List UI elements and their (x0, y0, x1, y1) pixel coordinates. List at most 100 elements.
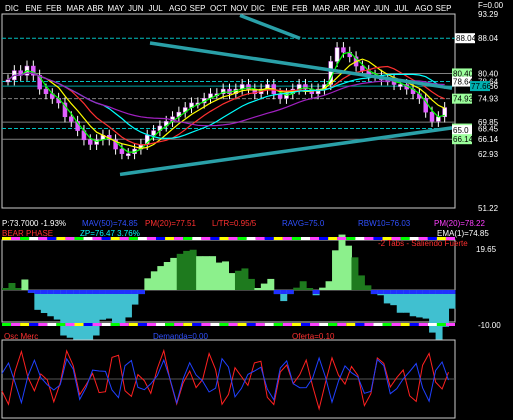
oscillator-bar-core (390, 290, 398, 294)
oscillator-bar (357, 275, 365, 290)
phase-strip-top (65, 237, 75, 240)
phase-strip-top (165, 237, 175, 240)
price-axis-tick: 88.04 (478, 34, 499, 43)
phase-strip-bottom (174, 323, 184, 326)
phase-strip-top (156, 237, 166, 240)
price-axis-tick: 93.29 (478, 10, 499, 19)
oscillator-bar (176, 253, 184, 290)
phase-strip-bottom (436, 323, 446, 326)
oscillator-bar (92, 290, 100, 336)
phase-strip-bottom (11, 323, 21, 326)
phase-strip-top (273, 237, 283, 240)
oscillator-bar (124, 290, 132, 318)
phase-strip-top (346, 237, 356, 240)
oscillator-bar-core (92, 290, 100, 294)
month-label: DIC (251, 4, 265, 13)
price-tag: 88.04 (456, 34, 477, 43)
oscillator-bar-core (370, 290, 378, 294)
phase-strip-top (319, 237, 329, 240)
month-label: SEP (190, 4, 206, 13)
oscillator-bar (170, 257, 178, 290)
osc-merc-label: Osc Merc (4, 332, 39, 341)
oscillator-bar (66, 290, 74, 338)
phase-strip-top (291, 237, 301, 240)
oscillator-bar-core (99, 290, 107, 294)
oscillator-bar (429, 290, 437, 333)
oscillator-bar (2, 288, 9, 290)
oscillator-bar (209, 256, 217, 290)
oscillator-bar (150, 271, 158, 290)
oscillator-bar-core (416, 290, 424, 294)
phase-strip-top (264, 237, 274, 240)
oscillator-bar (293, 287, 301, 290)
oscillator-bar (344, 245, 352, 290)
candle-body (429, 111, 435, 122)
phase-strip-bottom (427, 323, 437, 326)
zp-readout: ZP=76.47 3.76% (80, 229, 140, 238)
oscillator-bar (73, 290, 81, 347)
oscillator-bar-core (409, 290, 417, 294)
candle-body (5, 79, 11, 83)
oscillator-bar (247, 278, 255, 290)
price-axis-header: F=0.00 (478, 1, 504, 10)
oscillator-bar (60, 290, 68, 336)
phase-readout: BEAR PHASE (2, 229, 54, 238)
oscillator-bar-core (448, 290, 456, 294)
phase-strip-bottom (310, 323, 320, 326)
phase-strip-top (364, 237, 374, 240)
oscillator-bar (112, 290, 119, 325)
oscillator-bar (189, 249, 197, 290)
oscillator-bar-core (47, 290, 55, 294)
phase-strip-bottom (192, 323, 202, 326)
candle-body (360, 65, 365, 71)
phase-strip-bottom (56, 323, 66, 326)
phase-strip-bottom (237, 323, 247, 326)
oscillator-bar (422, 290, 430, 319)
phase-strip-bottom (373, 323, 383, 326)
oscillator-bar-core (273, 290, 281, 294)
oscillator-bar (99, 290, 107, 320)
oscillator-bar (53, 290, 61, 320)
oscillator-bar-core (105, 290, 113, 294)
month-label: FEB (46, 4, 62, 13)
candle-body (125, 153, 131, 156)
month-label: AGO (415, 4, 433, 13)
oscillator-bar-core (131, 290, 139, 294)
phase-strip-top (192, 237, 202, 240)
ltr-readout: L/TR=0.95/5 (212, 219, 257, 228)
phase-strip-top (56, 237, 66, 240)
oscillator-bar-core (60, 290, 68, 294)
candle-body (151, 130, 156, 136)
phase-strip-top (201, 237, 211, 240)
month-label: OCT (210, 4, 227, 13)
oscillator-bar (338, 234, 346, 290)
oscillator-bar (21, 279, 29, 290)
phase-strip-top (310, 237, 320, 240)
phase-strip-top (219, 237, 229, 240)
oferta-label: Oferta=0.10 (292, 332, 335, 341)
phase-strip-bottom (391, 323, 401, 326)
oscillator-bar (435, 290, 443, 340)
price-tag: 66.14 (453, 135, 474, 144)
phase-strip-bottom (346, 323, 356, 326)
oscillator-bar-core (442, 290, 450, 294)
oscillator-bar-core (112, 290, 119, 294)
phase-strip-bottom (38, 323, 48, 326)
oscillator-bar (319, 287, 327, 290)
phase-strip-bottom (328, 323, 338, 326)
month-label: JUL (395, 4, 410, 13)
oscillator-bar (306, 288, 314, 290)
phase-strip-bottom (83, 323, 93, 326)
phase-strip-bottom (255, 323, 265, 326)
month-label: JUN (374, 4, 390, 13)
month-label: ABR (333, 4, 350, 13)
phase-strip-bottom (219, 323, 229, 326)
candle-body (398, 84, 403, 87)
phase-strip-bottom (2, 323, 12, 326)
oscillator-bar (215, 262, 223, 290)
phase-strip-top (146, 237, 157, 240)
oscillator-bar-core (73, 290, 81, 294)
price-axis-tick: 51.22 (478, 204, 499, 213)
phase-strip-top (300, 237, 311, 240)
oscillator-bar (241, 268, 249, 290)
